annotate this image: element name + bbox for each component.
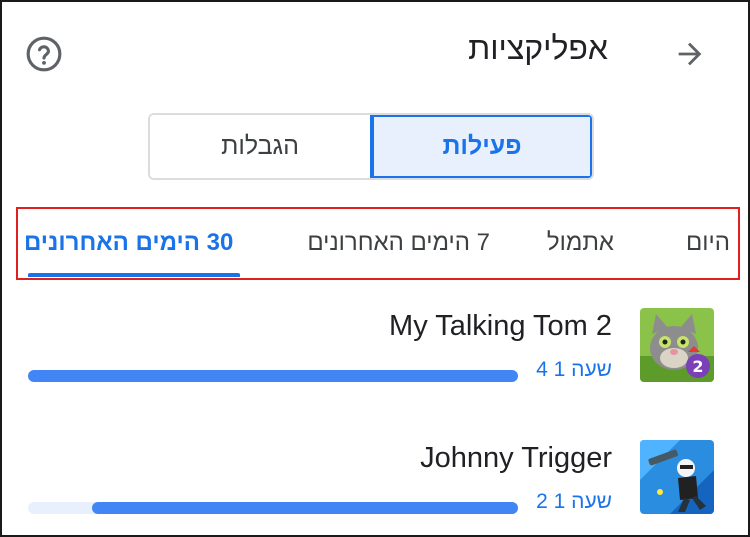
usage-bar-fill [28, 370, 518, 382]
tab-today[interactable]: היום [686, 209, 730, 277]
app-name: My Talking Tom 2 [389, 310, 612, 342]
johnny-trigger-app-icon [640, 440, 714, 514]
usage-bar [28, 370, 518, 382]
arrow-right-icon [678, 42, 702, 66]
help-circle-icon [26, 36, 62, 72]
talking-tom-app-icon: 2 [640, 308, 714, 382]
svg-text:2: 2 [692, 357, 703, 376]
page-title: אפליקציות [468, 30, 608, 66]
app-usage-time: שעה 1 4 [536, 358, 612, 381]
app-name: Johnny Trigger [420, 442, 612, 474]
selected-tab-indicator [28, 273, 240, 277]
tab-last-7-days[interactable]: 7 הימים האחרונים [307, 209, 490, 277]
view-segmented-control: הגבלות פעילות [148, 113, 594, 180]
tab-yesterday[interactable]: אתמול [547, 209, 614, 277]
activity-segment[interactable]: פעילות [370, 115, 592, 178]
screen-frame: אפליקציות הגבלות פעילות היום אתמול 7 הימ… [0, 0, 750, 537]
app-list-item[interactable]: Johnny Trigger שעה 1 2 [2, 434, 748, 535]
app-usage-time: שעה 1 2 [536, 490, 612, 513]
tab-last-30-days[interactable]: 30 הימים האחרונים [24, 209, 233, 277]
usage-bar-fill [91, 502, 518, 514]
app-list-item[interactable]: 2 My Talking Tom 2 שעה 1 4 [2, 302, 748, 422]
period-tabs: היום אתמול 7 הימים האחרונים 30 הימים האח… [16, 207, 740, 280]
usage-bar [28, 502, 518, 514]
help-button[interactable] [24, 34, 64, 74]
restrictions-segment[interactable]: הגבלות [150, 115, 370, 178]
back-button[interactable] [670, 34, 710, 74]
